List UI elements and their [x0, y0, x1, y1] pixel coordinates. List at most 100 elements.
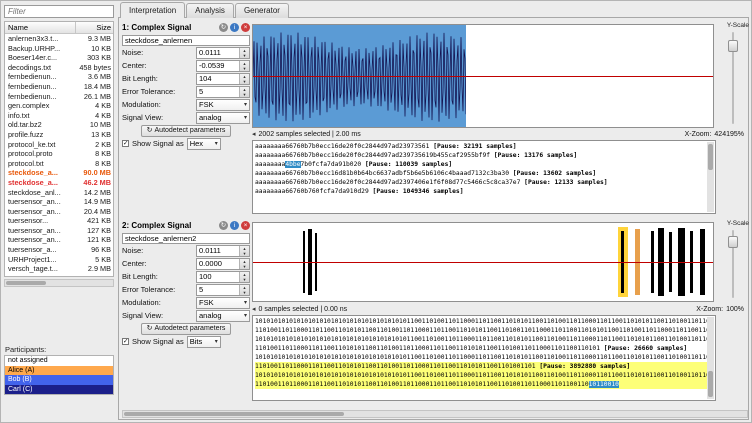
signal2-show-as-checkbox[interactable]: ✓ — [122, 338, 129, 345]
file-row[interactable]: tuersensor_an... 20.4 MB — [5, 207, 113, 217]
file-row[interactable]: profile.fuzz 13 KB — [5, 130, 113, 140]
message-line[interactable]: 1101001101100011011001101010110011010011… — [255, 344, 713, 353]
scrollbar-thumb[interactable] — [708, 371, 713, 397]
signal1-close-icon[interactable]: × — [241, 23, 250, 32]
main-horizontal-scrollbar[interactable] — [122, 410, 748, 418]
slider-handle[interactable] — [728, 236, 738, 248]
filter-input[interactable] — [4, 5, 114, 18]
signal2-noise-spinbox[interactable]: 0.0111 ▴ ▾ — [196, 244, 250, 257]
signal1-tolerance-spinbox[interactable]: 5 ▴ ▾ — [196, 85, 250, 98]
file-row[interactable]: info.txt 4 KB — [5, 111, 113, 121]
signal1-autodetect-button[interactable]: ↻ Autodetect parameters — [140, 124, 232, 137]
file-row[interactable]: protocol_ke.txt 2 KB — [5, 140, 113, 150]
signal1-modulation-select[interactable]: FSK ▾ — [196, 98, 250, 111]
signal2-modulation-select[interactable]: FSK ▾ — [196, 296, 250, 309]
signal2-refresh-icon[interactable]: ↻ — [219, 221, 228, 230]
message-line[interactable]: 1010101010101010101010101010101010101010… — [255, 353, 713, 362]
signal2-autodetect-button[interactable]: ↻ Autodetect parameters — [140, 322, 232, 335]
file-row[interactable]: anlernen3x3.t... 9.3 MB — [5, 34, 113, 44]
file-row[interactable]: tuersensor_an... 127 KB — [5, 226, 113, 236]
file-row[interactable]: Backup.URHP... 10 KB — [5, 44, 113, 54]
message-line[interactable]: aaaaaaaa66760b7b0ecc16d81b0b64bc6637adbf… — [255, 169, 713, 178]
file-row[interactable]: steckdose_a... 46.2 MB — [5, 178, 113, 188]
file-row[interactable]: steckdose_anl... 14.2 MB — [5, 188, 113, 198]
signal2-filename-input[interactable]: steckdose_anlernen2 — [122, 233, 250, 244]
signal1-show-as-checkbox[interactable]: ✓ — [122, 140, 129, 147]
message-line[interactable]: 1010101010101010101010101010101010101010… — [255, 335, 713, 344]
spin-arrows-icon[interactable]: ▴ ▾ — [239, 271, 249, 282]
file-row[interactable]: tuersensor_an... 14.9 MB — [5, 197, 113, 207]
collapse-left-icon[interactable]: ◂ — [252, 130, 256, 138]
spin-arrows-icon[interactable]: ▴ ▾ — [239, 86, 249, 97]
signal2-view-select[interactable]: analog ▾ — [196, 309, 250, 322]
file-row[interactable]: fernbedienun... 3.6 MB — [5, 72, 113, 82]
signal1-yscale-slider[interactable] — [728, 32, 738, 124]
slider-handle[interactable] — [728, 40, 738, 52]
participant-row[interactable]: Bob (B) — [5, 375, 113, 385]
message-line[interactable]: aaaaaaaa66760b760fcfa7da910d29 [Pause: 1… — [255, 187, 713, 196]
file-row[interactable]: fernbedienun... 18.4 MB — [5, 82, 113, 92]
signal1-view-select[interactable]: analog ▾ — [196, 111, 250, 124]
spin-arrows-icon[interactable]: ▴ ▾ — [239, 60, 249, 71]
message-line[interactable]: 1101001101100011011001101010110011010011… — [255, 380, 713, 389]
file-row[interactable]: protocol.proto 8 KB — [5, 149, 113, 159]
tab[interactable]: Analysis — [186, 3, 234, 18]
spin-arrows-icon[interactable]: ▴ ▾ — [239, 284, 249, 295]
message-line[interactable]: aaaaaaaa4bbe7b0fcfa7da91b020 [Pause: 110… — [255, 160, 713, 169]
signal1-filename-input[interactable]: steckdose_anlernen — [122, 35, 250, 46]
signal2-message-area[interactable]: 1010101010101010101010101010101010101010… — [252, 315, 716, 401]
message-line[interactable]: aaaaaaaa66760b7b0ecc16de20f0c2844d97ad23… — [255, 178, 713, 187]
signal1-noise-spinbox[interactable]: 0.0111 ▴ ▾ — [196, 46, 250, 59]
file-list-scrollbar-thumb[interactable] — [6, 281, 46, 285]
tab[interactable]: Generator — [234, 3, 289, 18]
file-row[interactable]: protocol.txt 8 KB — [5, 159, 113, 169]
spin-arrows-icon[interactable]: ▴ ▾ — [239, 258, 249, 269]
signal2-xzoom-value[interactable]: 100% — [726, 306, 744, 313]
file-row[interactable]: tuersensor_an... 121 KB — [5, 235, 113, 245]
participant-row[interactable]: not assigned — [5, 356, 113, 366]
file-row[interactable]: Boeser14er.c... 303 KB — [5, 53, 113, 63]
scrollbar-thumb[interactable] — [124, 412, 344, 416]
signal2-bitlength-spinbox[interactable]: 100 ▴ ▾ — [196, 270, 250, 283]
message-line[interactable]: 1010101010101010101010101010101010101010… — [255, 371, 713, 380]
tab[interactable]: Interpretation — [120, 2, 186, 18]
signal2-center-spinbox[interactable]: 0.0000 ▴ ▾ — [196, 257, 250, 270]
signal2-show-as-select[interactable]: Bits ▾ — [186, 335, 221, 348]
file-row[interactable]: decodings.txt 458 bytes — [5, 63, 113, 73]
file-row[interactable]: tuersensor_a... 96 KB — [5, 245, 113, 255]
file-row[interactable]: tuersensor... 421 KB — [5, 216, 113, 226]
signal1-info-icon[interactable]: i — [230, 23, 239, 32]
signal2-info-icon[interactable]: i — [230, 221, 239, 230]
spin-arrows-icon[interactable]: ▴ ▾ — [239, 47, 249, 58]
signal1-xzoom-value[interactable]: 424195% — [714, 131, 744, 138]
column-header-size[interactable]: Size — [76, 22, 113, 33]
signal2-tolerance-spinbox[interactable]: 5 ▴ ▾ — [196, 283, 250, 296]
signal1-show-as-select[interactable]: Hex ▾ — [186, 137, 221, 150]
spin-arrows-icon[interactable]: ▴ ▾ — [239, 245, 249, 256]
message-line[interactable]: 1101001101100011011001101010110011010011… — [255, 326, 713, 335]
signal1-bitlength-spinbox[interactable]: 104 ▴ ▾ — [196, 72, 250, 85]
signal1-plot[interactable] — [252, 24, 714, 128]
message-line[interactable]: 1101001101100011011001101010110011010011… — [255, 362, 713, 371]
file-row[interactable]: gen.complex 4 KB — [5, 101, 113, 111]
file-row[interactable]: old.tar.bz2 10 MB — [5, 120, 113, 130]
file-list-scrollbar[interactable] — [4, 279, 114, 287]
signal1-message-area[interactable]: aaaaaaaa66760b7b0ecc16de20f0c2844d97ad23… — [252, 140, 716, 214]
signal2-close-icon[interactable]: × — [241, 221, 250, 230]
file-row[interactable]: fernbedienun... 26.1 MB — [5, 92, 113, 102]
message-line[interactable]: aaaaaaaa66760b7b0ecc16de20f0c2844d97ad23… — [255, 142, 713, 151]
file-row[interactable]: steckdose_a... 90.0 MB — [5, 168, 113, 178]
signal1-message-scrollbar[interactable] — [707, 142, 714, 212]
file-row[interactable]: versch_tage.t... 2.9 MB — [5, 264, 113, 274]
spin-arrows-icon[interactable]: ▴ ▾ — [239, 73, 249, 84]
message-line[interactable]: aaaaaaaa66760b7b0ecc16de20f0c2844d97ad23… — [255, 151, 713, 160]
signal2-yscale-slider[interactable] — [728, 230, 738, 298]
message-line[interactable]: 1010101010101010101010101010101010101010… — [255, 317, 713, 326]
signal2-plot[interactable] — [252, 222, 714, 302]
signal1-refresh-icon[interactable]: ↻ — [219, 23, 228, 32]
signal2-message-scrollbar[interactable] — [707, 317, 714, 399]
collapse-left-icon[interactable]: ◂ — [252, 305, 256, 313]
file-row[interactable]: URHProject1... 5 KB — [5, 255, 113, 265]
scrollbar-thumb[interactable] — [708, 144, 713, 170]
column-header-name[interactable]: Name — [5, 22, 76, 33]
